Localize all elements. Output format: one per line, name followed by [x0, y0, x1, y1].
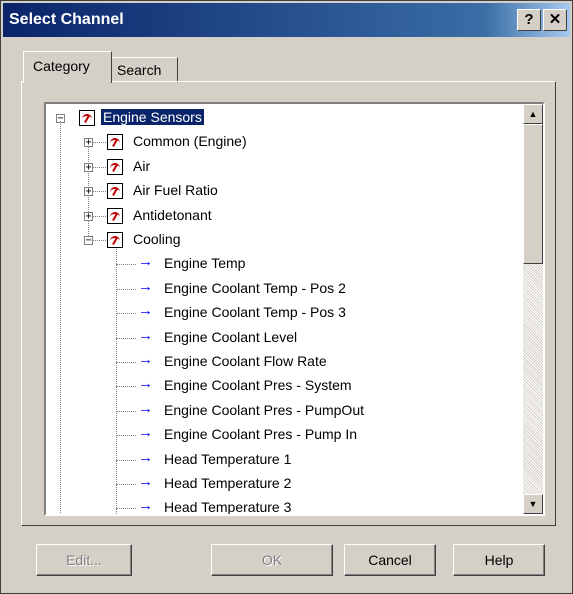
tree-item-label: Engine Coolant Pres - PumpOut [164, 401, 364, 418]
tree-item-channel[interactable]: → Engine Coolant Temp - Pos 2 [46, 277, 516, 301]
title-bar[interactable]: Select Channel ? ✕ [3, 3, 570, 37]
tree-item-label: Engine Coolant Temp - Pos 2 [164, 279, 346, 296]
tree-connector [116, 459, 136, 461]
expand-icon[interactable]: + [84, 162, 93, 172]
gauge-icon [107, 232, 123, 248]
scroll-down-button[interactable]: ▼ [523, 494, 543, 514]
channel-tree[interactable]: − Engine Sensors + Common (Engine) + Air + Ai… [44, 102, 545, 516]
scroll-up-button[interactable]: ▲ [523, 104, 543, 124]
tree-item-label: Engine Coolant Temp - Pos 3 [164, 304, 346, 321]
channel-arrow-icon: → [138, 424, 153, 442]
tree-item-channel[interactable]: → Head Temperature 3 [46, 496, 516, 514]
tree-connector [116, 362, 136, 363]
tree-connector [116, 337, 136, 339]
tree-item-label: Engine Coolant Pres - Pump In [164, 426, 357, 443]
tree-item-label: Head Temperature 2 [164, 475, 292, 491]
tree-item-label: Antidetonant [133, 206, 212, 223]
tree-item-label: Engine Coolant Level [164, 328, 298, 345]
collapse-icon[interactable]: − [84, 236, 93, 246]
channel-arrow-icon: → [138, 253, 153, 271]
tree-item-category[interactable]: + Air Fuel Ratio [46, 179, 516, 203]
vertical-scrollbar[interactable]: ▲ ▼ [523, 104, 543, 514]
tree-item-channel[interactable]: → Engine Coolant Level [46, 326, 516, 350]
tree-item-label: Air [133, 157, 151, 174]
tab-search-label: Search [117, 62, 162, 78]
tab-category[interactable]: Category [23, 51, 112, 83]
help-title-button[interactable]: ? [517, 9, 541, 31]
tree-item-label: Head Temperature 3 [164, 499, 292, 514]
tree-item-channel[interactable]: → Head Temperature 1 [46, 448, 516, 472]
tree-item-label: Cooling [133, 231, 181, 247]
window-title: Select Channel [9, 11, 124, 28]
tree-item-label: Head Temperature 1 [164, 450, 292, 467]
tree-item-channel[interactable]: → Engine Coolant Temp - Pos 3 [46, 301, 516, 325]
tree-connector [116, 435, 136, 437]
channel-arrow-icon: → [138, 277, 153, 295]
gauge-icon [107, 183, 123, 200]
cancel-button-label: Cancel [368, 552, 412, 568]
tree-item-label: Common (Engine) [133, 133, 247, 150]
tree-item-channel[interactable]: → Engine Coolant Flow Rate [46, 350, 516, 374]
tree-connector [116, 484, 136, 485]
tree-connector [116, 508, 136, 510]
tree-connector [116, 410, 136, 412]
gauge-icon [79, 110, 95, 126]
tree-content: − Engine Sensors + Common (Engine) + Air + Ai… [46, 104, 523, 514]
channel-arrow-icon: → [138, 448, 153, 466]
tree-item-channel[interactable]: → Engine Coolant Pres - PumpOut [46, 399, 516, 423]
tab-category-label: Category [33, 58, 90, 74]
tree-item-label: Engine Temp [164, 255, 246, 272]
tree-item-channel[interactable]: → Engine Coolant Pres - System [46, 374, 516, 398]
tree-item-label: Engine Sensors [100, 108, 205, 126]
tree-item-label: Engine Coolant Pres - System [164, 377, 352, 394]
tree-item-channel[interactable]: → Engine Coolant Pres - Pump In [46, 423, 516, 447]
channel-arrow-icon: → [138, 375, 153, 393]
tree-item-category[interactable]: + Air [46, 155, 516, 179]
tree-item-category[interactable]: + Common (Engine) [46, 130, 516, 154]
cancel-button[interactable]: Cancel [344, 544, 436, 576]
tree-item-category[interactable]: + Antidetonant [46, 204, 516, 228]
channel-arrow-icon: → [138, 351, 153, 368]
tree-item-label: Engine Coolant Flow Rate [164, 353, 327, 369]
tree-item-engine-sensors[interactable]: − Engine Sensors [46, 106, 516, 130]
expand-icon[interactable]: + [84, 187, 93, 197]
expand-icon[interactable]: + [84, 211, 93, 221]
tab-search[interactable]: Search [111, 57, 178, 83]
channel-arrow-icon: → [138, 302, 153, 320]
scroll-thumb[interactable] [523, 124, 543, 264]
tree-item-category[interactable]: − Cooling [46, 228, 516, 252]
tree-connector [116, 288, 136, 290]
channel-arrow-icon: → [138, 473, 153, 490]
tree-item-channel[interactable]: → Head Temperature 2 [46, 472, 516, 496]
edit-button-label: Edit... [66, 552, 102, 568]
tree-connector [116, 313, 136, 315]
help-button[interactable]: Help [453, 544, 545, 576]
close-button[interactable]: ✕ [543, 9, 567, 31]
expand-icon[interactable]: + [84, 138, 93, 148]
gauge-icon [107, 207, 123, 224]
gauge-icon [107, 134, 123, 151]
tree-item-channel[interactable]: → Engine Temp [46, 252, 516, 276]
tree-connector [116, 386, 136, 388]
ok-button-label: OK [261, 552, 283, 568]
edit-button[interactable]: Edit... [36, 544, 132, 576]
channel-arrow-icon: → [138, 326, 153, 344]
ok-button[interactable]: OK [211, 544, 333, 576]
help-button-label: Help [484, 552, 514, 568]
tree-item-label: Air Fuel Ratio [133, 182, 218, 199]
select-channel-dialog: Select Channel ? ✕ Category Search − Eng… [0, 0, 573, 594]
gauge-icon [107, 158, 123, 175]
tree-connector [116, 264, 136, 266]
channel-arrow-icon: → [138, 399, 153, 417]
channel-arrow-icon: → [138, 497, 153, 514]
